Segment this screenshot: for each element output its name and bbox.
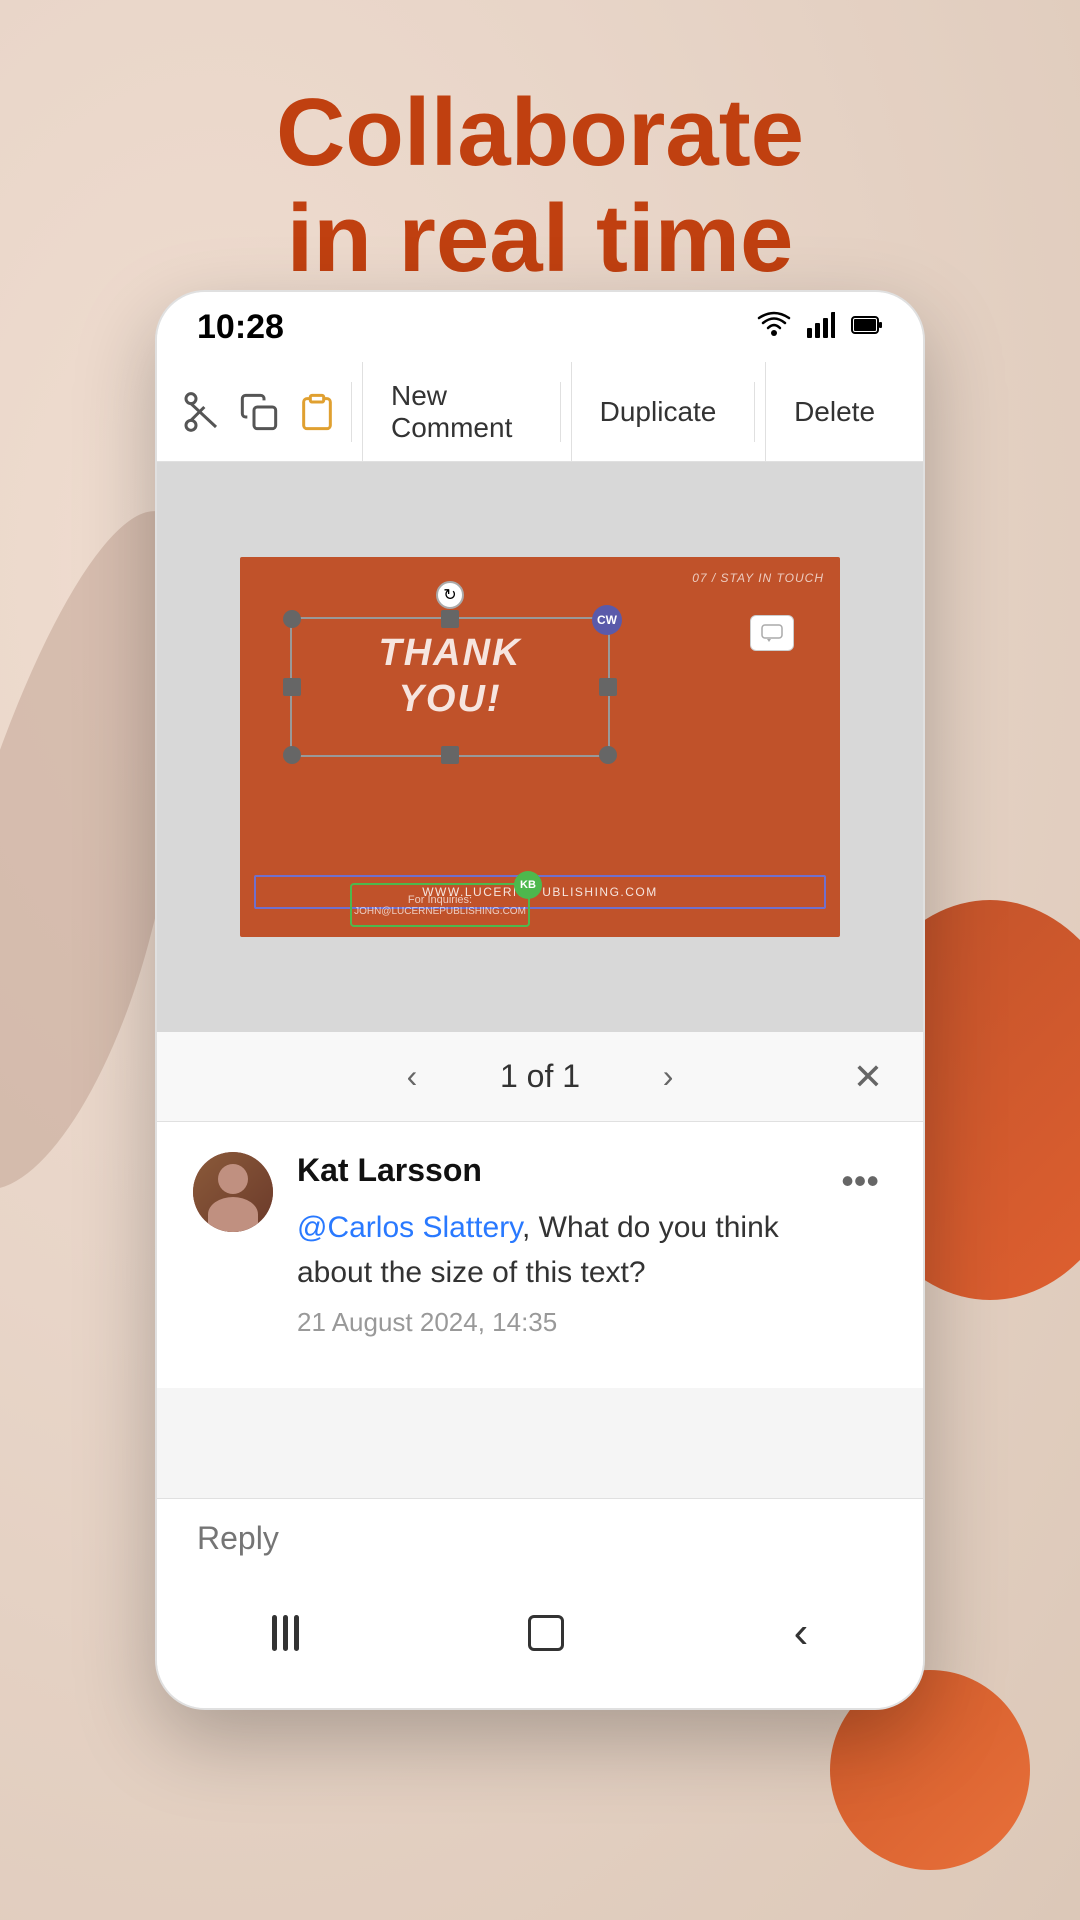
- prev-page-button[interactable]: ‹: [384, 1049, 440, 1105]
- handle-tm[interactable]: [441, 610, 459, 628]
- hero-title-line1: Collaborate: [0, 80, 1080, 186]
- avatar-image: [193, 1152, 273, 1232]
- comment-badge-cw: CW: [592, 605, 622, 635]
- nav-home-button[interactable]: [488, 1599, 604, 1667]
- nav-back-button[interactable]: ‹: [754, 1592, 849, 1674]
- hero-section: Collaborate in real time: [0, 80, 1080, 291]
- comment-mention[interactable]: @Carlos Slattery: [297, 1211, 522, 1244]
- handle-br[interactable]: [599, 746, 617, 764]
- paste-button[interactable]: [293, 378, 341, 446]
- wifi-icon: [757, 310, 791, 345]
- status-bar: 10:28: [157, 292, 923, 362]
- handle-tl[interactable]: [283, 610, 301, 628]
- comment-bubble-icon: [750, 615, 794, 651]
- comment-author-row: Kat Larsson @Carlos Slattery, What do yo…: [193, 1152, 833, 1338]
- cut-button[interactable]: [177, 378, 225, 446]
- next-page-button[interactable]: ›: [640, 1049, 696, 1105]
- reply-section[interactable]: [157, 1498, 923, 1578]
- battery-icon: [851, 311, 883, 343]
- home-icon: [528, 1615, 564, 1651]
- toolbar-separator-1: [351, 382, 352, 442]
- pagination-bar: ‹ 1 of 1 › ✕: [157, 1032, 923, 1122]
- toolbar-separator-2: [560, 382, 561, 442]
- rotate-handle[interactable]: ↻: [436, 581, 464, 609]
- handle-bm[interactable]: [441, 746, 459, 764]
- duplicate-button[interactable]: Duplicate: [571, 362, 745, 461]
- new-comment-button[interactable]: New Comment: [362, 362, 550, 461]
- avatar: [193, 1152, 273, 1232]
- slide-label: 07 / STAY IN TOUCH: [692, 571, 824, 585]
- comment-section: Kat Larsson @Carlos Slattery, What do yo…: [157, 1122, 923, 1388]
- hero-title-line2: in real time: [0, 186, 1080, 292]
- bottom-nav: ‹: [157, 1578, 923, 1708]
- kb-element: For Inquiries: JOHN@LUCERNEPUBLISHING.CO…: [350, 883, 530, 927]
- phone-frame: 10:28: [155, 290, 925, 1710]
- comment-more-button[interactable]: •••: [833, 1152, 887, 1210]
- comment-date: 21 August 2024, 14:35: [297, 1307, 833, 1338]
- back-icon: ‹: [794, 1608, 809, 1658]
- comment-author-name: Kat Larsson: [297, 1152, 833, 1189]
- delete-button[interactable]: Delete: [765, 362, 903, 461]
- handle-bl[interactable]: [283, 746, 301, 764]
- comment-header: Kat Larsson @Carlos Slattery, What do yo…: [193, 1152, 887, 1338]
- toolbar-separator-3: [754, 382, 755, 442]
- selected-text-element[interactable]: ↻ THANK YOU! CW: [290, 617, 610, 757]
- slide-canvas[interactable]: 07 / STAY IN TOUCH ↻: [240, 557, 840, 937]
- thank-you-text: THANK YOU!: [290, 631, 610, 722]
- inquiries-label: For Inquiries:: [408, 894, 472, 906]
- status-time: 10:28: [197, 308, 284, 347]
- comment-info: Kat Larsson @Carlos Slattery, What do yo…: [297, 1152, 833, 1338]
- nav-menu-button[interactable]: [232, 1599, 339, 1667]
- menu-icon: [272, 1615, 299, 1651]
- copy-button[interactable]: [235, 378, 283, 446]
- status-icons: [757, 310, 883, 345]
- toolbar: New Comment Duplicate Delete: [157, 362, 923, 462]
- canvas-area[interactable]: 07 / STAY IN TOUCH ↻: [157, 462, 923, 1032]
- pagination-text: 1 of 1: [500, 1058, 580, 1095]
- comment-text: @Carlos Slattery, What do you think abou…: [297, 1205, 833, 1295]
- kb-badge: KB: [514, 871, 542, 899]
- email-label: JOHN@LUCERNEPUBLISHING.COM: [354, 906, 526, 917]
- signal-icon: [807, 310, 835, 345]
- reply-input[interactable]: [197, 1520, 883, 1557]
- close-button[interactable]: ✕: [853, 1056, 883, 1098]
